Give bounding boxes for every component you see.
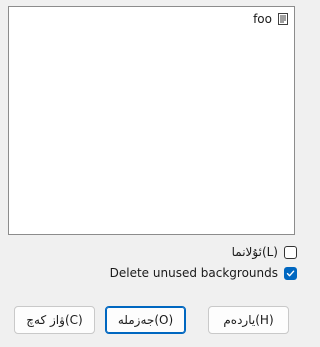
stretch-checkbox[interactable] bbox=[284, 245, 297, 259]
stretch-option[interactable]: ئۇلانما(L) bbox=[232, 245, 297, 259]
list-item-label: foo bbox=[253, 12, 272, 26]
delete-unused-option[interactable]: Delete unused backgrounds bbox=[110, 266, 297, 280]
delete-unused-label: Delete unused backgrounds bbox=[109, 266, 278, 280]
cancel-button[interactable]: ۋاز كەچ(C) bbox=[14, 306, 95, 334]
list-item[interactable]: foo bbox=[253, 12, 290, 26]
backgrounds-list[interactable]: foo bbox=[8, 6, 295, 235]
checkmark-icon bbox=[286, 270, 295, 276]
stretch-label: ئۇلانما(L) bbox=[231, 245, 278, 259]
ok-button[interactable]: جەزملە(O) bbox=[105, 306, 186, 334]
help-button[interactable]: ياردەم(H) bbox=[208, 306, 289, 334]
delete-unused-checkbox[interactable] bbox=[284, 266, 297, 280]
document-icon bbox=[276, 12, 290, 26]
